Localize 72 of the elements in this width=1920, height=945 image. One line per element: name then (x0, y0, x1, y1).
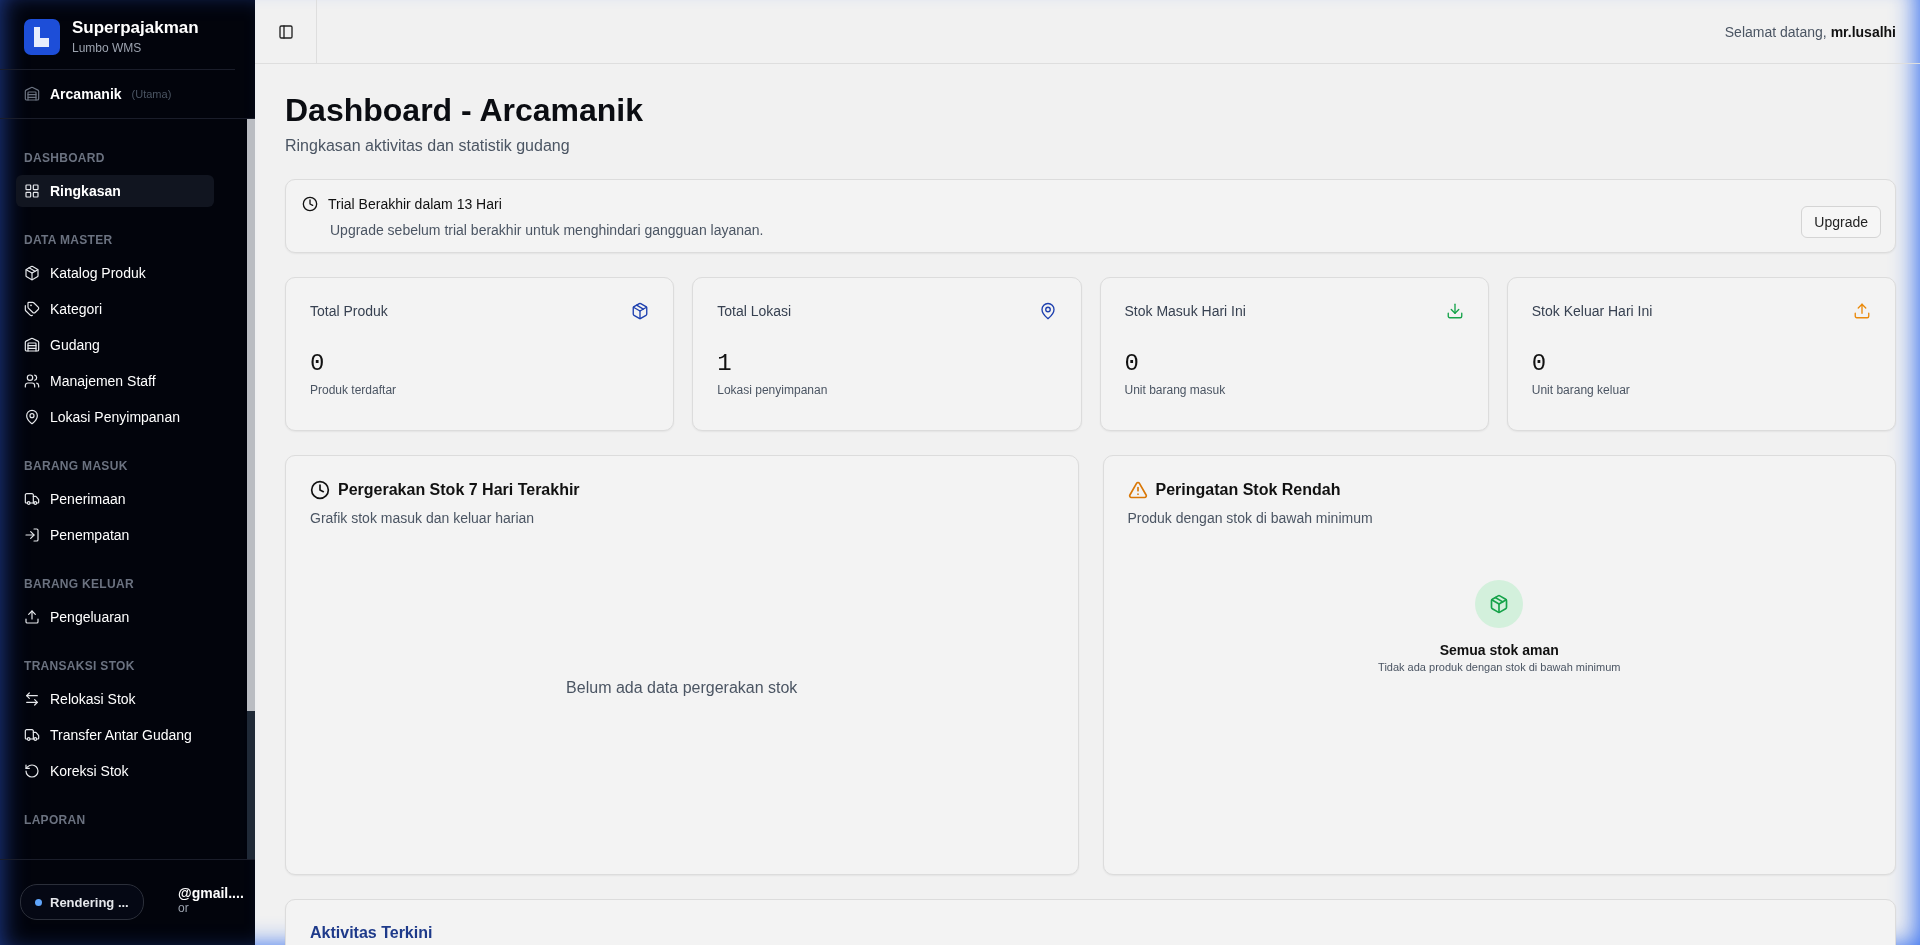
status-badge: Rendering ... (20, 884, 144, 920)
map-pin-icon (24, 409, 40, 425)
truck-icon (24, 491, 40, 507)
nav-item[interactable]: Ringkasan (16, 175, 214, 207)
warehouse-icon (24, 337, 40, 353)
page-title: Dashboard - Arcamanik (285, 92, 645, 129)
section-heading: BARANG MASUK (24, 459, 129, 473)
rotate-icon (24, 763, 40, 779)
swap-arrows-icon (24, 691, 40, 707)
stat-value: 0 (1531, 350, 1548, 377)
section-heading: TRANSAKSI STOK (24, 659, 136, 673)
nav-item[interactable]: Relokasi Stok (16, 683, 214, 715)
panel-subtitle: Grafik stok masuk dan keluar harian (310, 510, 536, 526)
stat-caption: Unit barang keluar (1531, 383, 1631, 397)
arrow-into-box-icon (24, 527, 40, 543)
section-heading: DATA MASTER (24, 233, 114, 247)
box-icon (24, 265, 40, 281)
empty-message: Belum ada data pergerakan stok (566, 679, 798, 697)
tag-icon (24, 301, 40, 317)
stat-caption: Lokasi penyimpanan (717, 383, 829, 397)
truck-icon (24, 727, 40, 743)
upgrade-button[interactable]: Upgrade (1801, 206, 1881, 238)
stat-value: 0 (310, 350, 326, 377)
warehouse-icon (24, 86, 40, 102)
nav-item[interactable]: Koreksi Stok (16, 755, 214, 787)
location-name[interactable]: Arcamanik (50, 86, 122, 102)
nav-item[interactable]: Lokasi Penyimpanan (16, 401, 214, 433)
page-subtitle: Ringkasan aktivitas dan statistik gudang (285, 137, 571, 155)
scrollbar-thumb[interactable] (247, 119, 255, 711)
section-heading: LAPORAN (24, 813, 87, 827)
stat-label: Total Lokasi (717, 303, 792, 319)
stat-label: Total Produk (310, 303, 388, 319)
stat-value: 0 (1124, 350, 1140, 377)
box-icon (1475, 580, 1524, 628)
stat-caption: Unit barang masuk (1124, 383, 1227, 397)
panel-subtitle: Produk dengan stok di bawah minimum (1127, 510, 1374, 526)
sidebar-panel-icon (277, 23, 294, 40)
welcome-text: Selamat datang, mr.lusalhi (1724, 23, 1897, 40)
location-note: (Utama) (131, 88, 172, 100)
status-dot-icon (35, 898, 42, 906)
stat-value: 1 (717, 350, 733, 377)
trial-title: Trial Berakhir dalam 13 Hari (328, 196, 502, 212)
nav-item[interactable]: Gudang (16, 329, 214, 361)
nav-item[interactable]: Penerimaan (16, 483, 214, 515)
users-icon (24, 373, 40, 389)
nav-item[interactable]: Katalog Produk (16, 257, 214, 289)
stat-label: Stok Masuk Hari Ini (1124, 303, 1246, 319)
stat-label: Stok Keluar Hari Ini (1531, 303, 1653, 319)
panel-title: Peringatan Stok Rendah (1155, 481, 1341, 499)
upload-icon (24, 609, 40, 625)
app-logo (24, 18, 60, 55)
stat-caption: Produk terdaftar (310, 383, 398, 397)
panel-title: Pergerakan Stok 7 Hari Terakhir (338, 481, 580, 499)
nav-item[interactable]: Kategori (16, 293, 214, 325)
empty-message: Tidak ada produk dengan stok di bawah minimum (1378, 661, 1621, 673)
nav-item[interactable]: Transfer Antar Gudang (16, 719, 214, 751)
warning-icon (1127, 480, 1148, 500)
nav-item[interactable]: Penempatan (16, 519, 214, 551)
clock-icon (302, 196, 318, 212)
user-email: @gmail.... (178, 884, 244, 901)
brand-subtitle: Lumbo WMS (72, 41, 143, 55)
clock-icon (310, 480, 330, 500)
panel-title: Aktivitas Terkini (310, 924, 434, 942)
nav-item[interactable]: Manajemen Staff (16, 365, 214, 397)
section-heading: DASHBOARD (24, 151, 106, 165)
empty-title: Semua stok aman (1439, 642, 1559, 658)
grid-icon (24, 183, 40, 199)
user-role: or (178, 900, 189, 915)
trial-message: Upgrade sebelum trial berakhir untuk menghindari gangguan layanan. (330, 222, 765, 238)
nav-item[interactable]: Pengeluaran (16, 601, 214, 633)
section-heading: BARANG KELUAR (24, 577, 135, 591)
brand-name: Superpajakman (72, 18, 199, 38)
